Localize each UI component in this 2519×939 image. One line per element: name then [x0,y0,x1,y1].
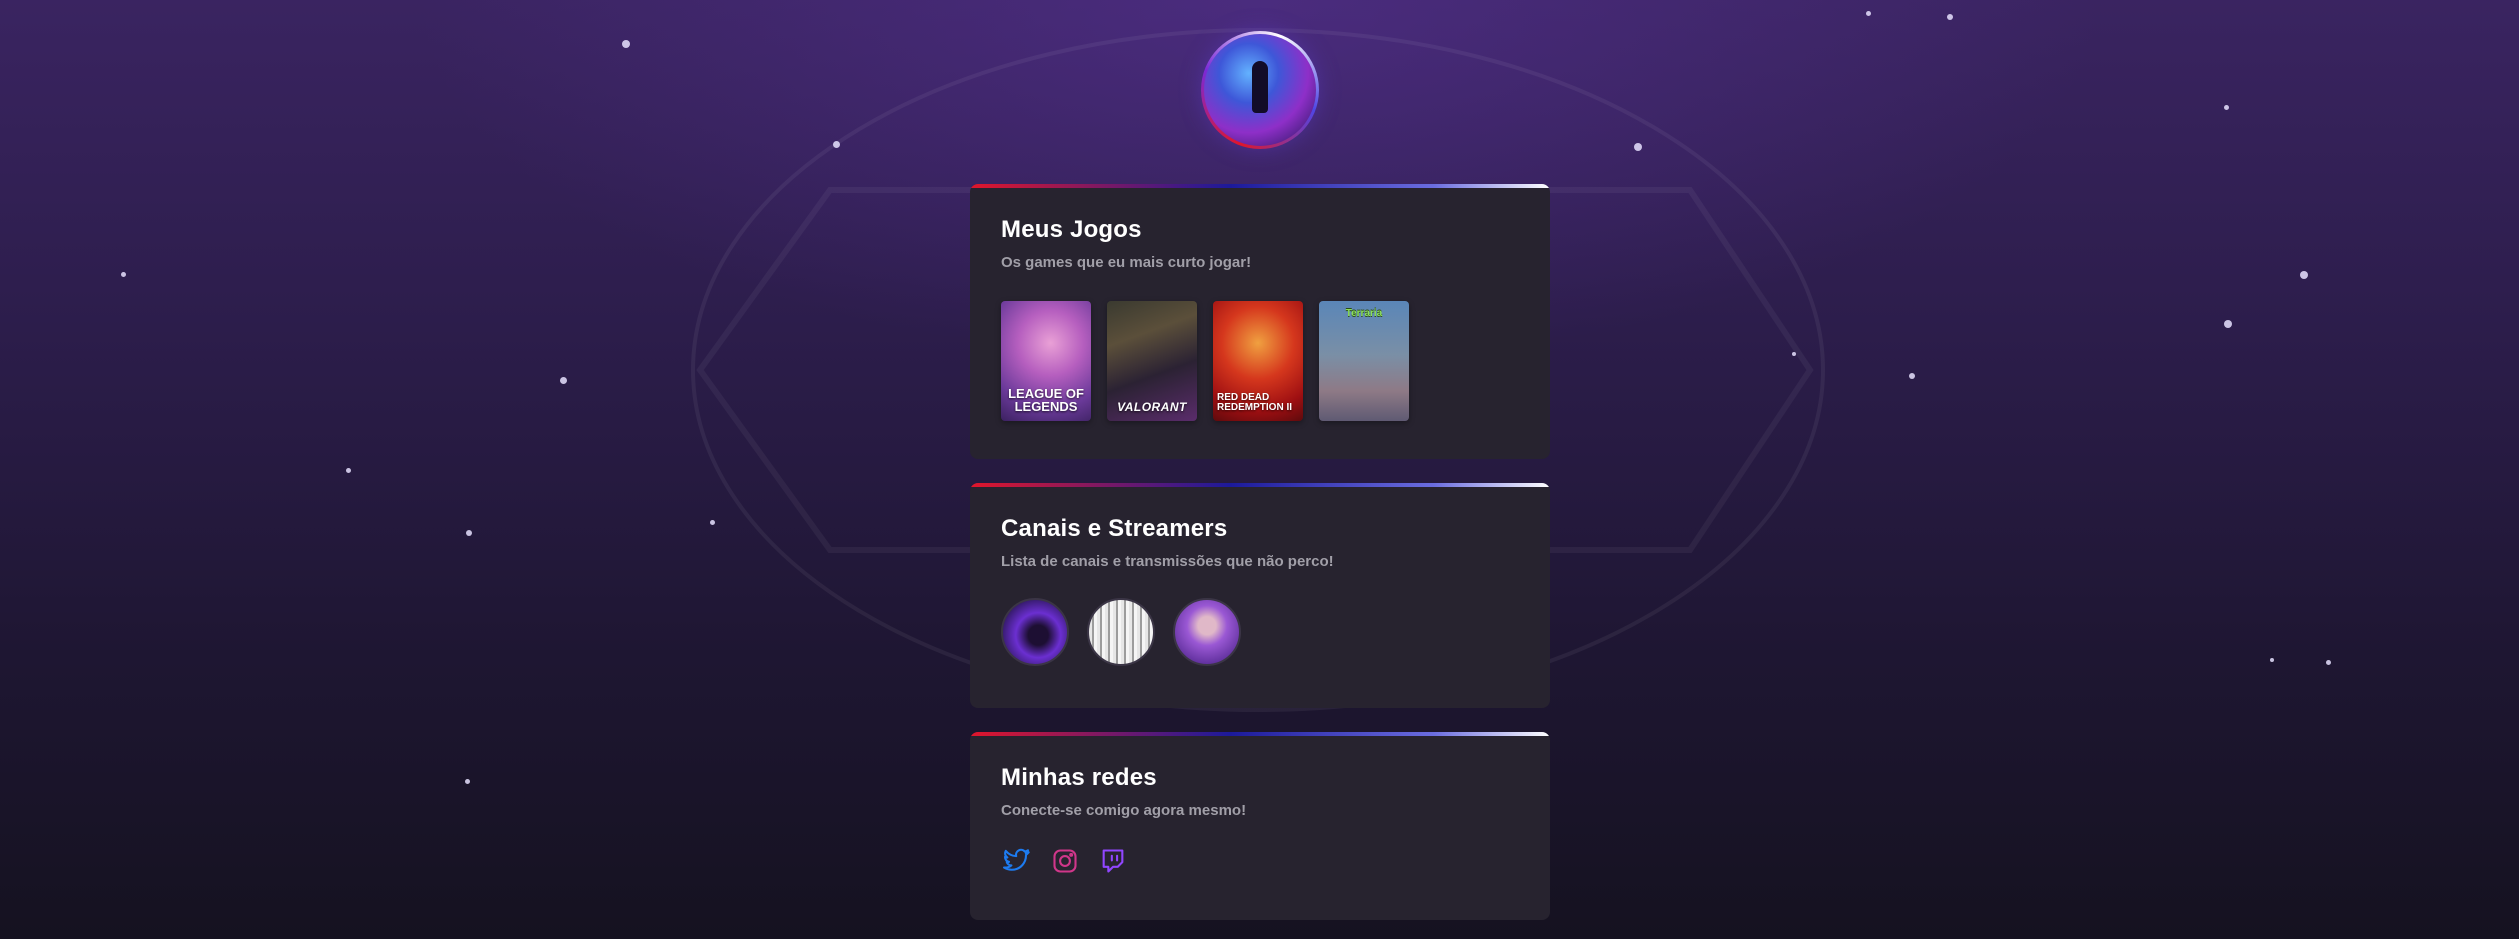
social-subtitle: Conecte-se comigo agora mesmo! [1001,802,1247,819]
streamer-avatar[interactable] [1087,598,1155,666]
game-name: League of Legends [1008,386,1084,414]
twitter-icon[interactable] [1001,845,1033,877]
star [2224,320,2232,328]
star [1866,11,1871,16]
social-links [1001,845,1519,877]
game-cover-terraria[interactable]: Terraria [1319,301,1409,421]
game-cover-valorant[interactable]: Valorant [1107,301,1197,421]
social-title: Minhas redes [1001,764,1157,791]
game-cover-league-of-legends[interactable]: League of Legends [1001,301,1091,421]
star [2326,660,2331,665]
streamers-card: Canais e Streamers Lista de canais e tra… [970,483,1550,708]
star [622,40,630,48]
star [466,530,472,536]
star [346,468,351,473]
star [121,272,126,277]
social-card: Minhas redes Conecte-se comigo agora mes… [970,732,1550,920]
game-name: Valorant [1117,400,1187,414]
games-list: League of Legends Valorant Red Dead Rede… [1001,301,1519,421]
game-name: Red Dead Redemption II [1217,392,1293,413]
game-name: Terraria [1345,308,1383,319]
games-subtitle: Os games que eu mais curto jogar! [1001,254,1252,271]
star [833,141,840,148]
star [2270,658,2274,662]
star [2224,105,2229,110]
streamer-avatar[interactable] [1001,598,1069,666]
streamers-title: Canais e Streamers [1001,515,1228,542]
star [1909,373,1915,379]
streamers-list [1001,598,1519,666]
star [1947,14,1953,20]
avatar-figure [1252,60,1268,113]
games-card: Meus Jogos Os games que eu mais curto jo… [970,184,1550,459]
star [465,779,470,784]
star [2300,271,2308,279]
games-title: Meus Jogos [1001,216,1142,243]
star [710,520,715,525]
instagram-icon[interactable] [1049,845,1081,877]
star [1634,143,1642,151]
streamer-avatar[interactable] [1173,598,1241,666]
star [1792,352,1796,356]
streamers-subtitle: Lista de canais e transmissões que não p… [1001,553,1334,570]
profile-avatar [1201,31,1319,149]
twitch-icon[interactable] [1097,845,1129,877]
star [560,377,567,384]
game-cover-red-dead-redemption[interactable]: Red Dead Redemption II [1213,301,1303,421]
avatar-image [1204,34,1316,146]
